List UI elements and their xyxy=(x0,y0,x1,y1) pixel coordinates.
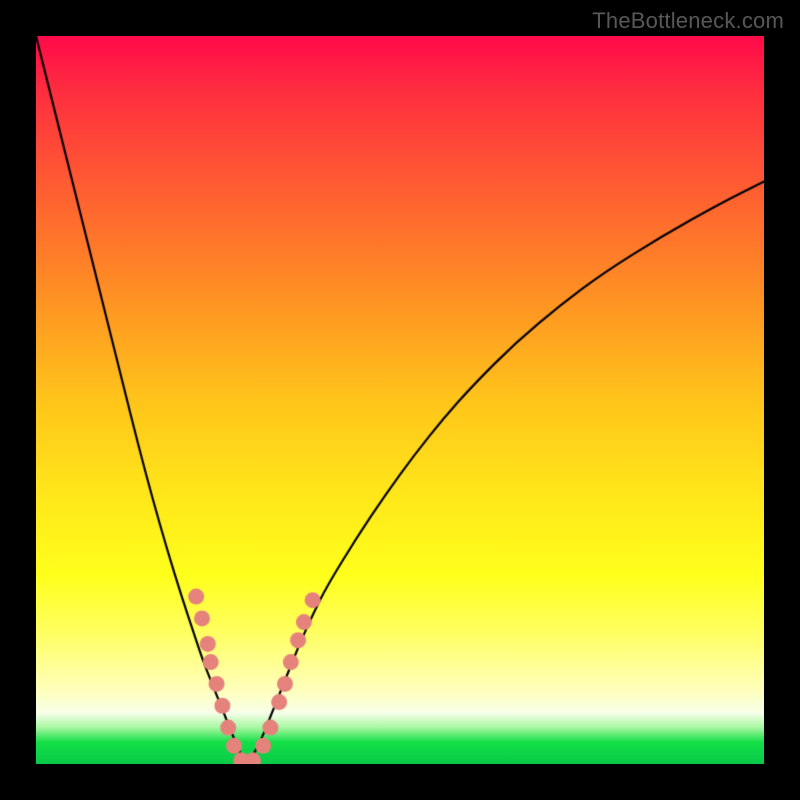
watermark-label: TheBottleneck.com xyxy=(592,8,784,34)
bottleneck-curve-canvas xyxy=(36,36,764,764)
chart-frame: TheBottleneck.com xyxy=(0,0,800,800)
